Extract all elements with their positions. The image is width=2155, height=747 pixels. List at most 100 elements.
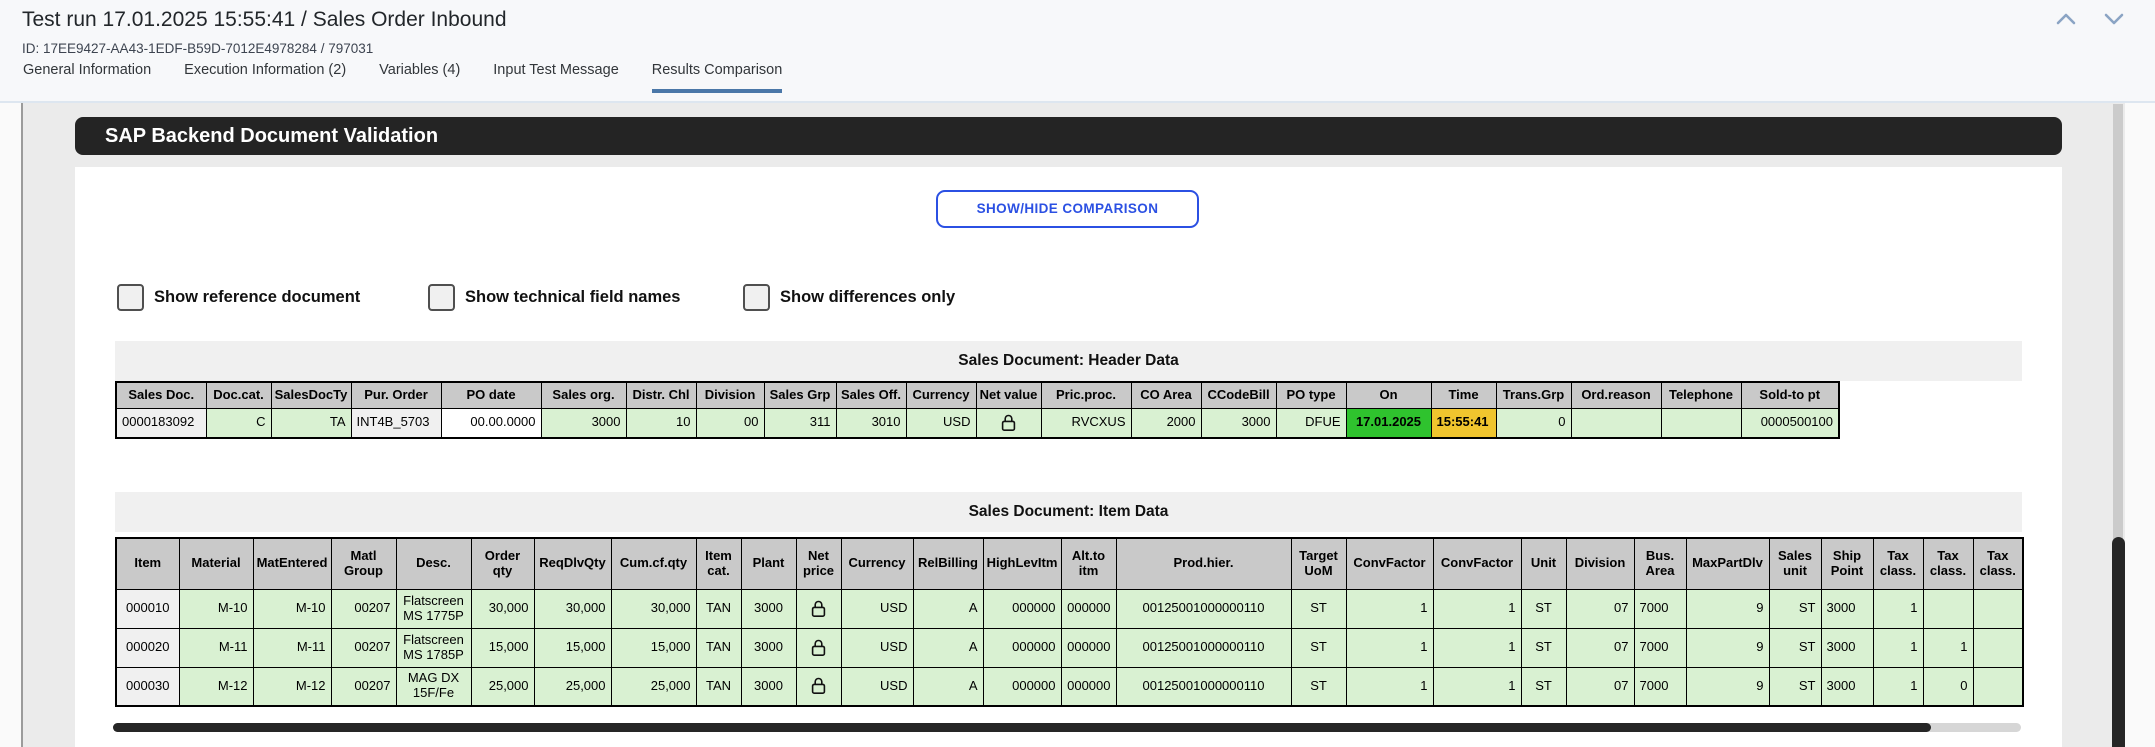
table-cell: 1 xyxy=(1433,667,1521,706)
table-cell: 9 xyxy=(1686,589,1769,628)
table-cell: ST xyxy=(1291,589,1346,628)
checkbox-show-differences-only[interactable]: Show differences only xyxy=(743,284,955,311)
column-header: Division xyxy=(1566,538,1634,589)
table-cell: 1 xyxy=(1346,667,1433,706)
column-header: Sold-to pt xyxy=(1741,382,1839,408)
table-cell: 25,000 xyxy=(534,667,611,706)
table-cell: A xyxy=(913,667,983,706)
column-header: Target UoM xyxy=(1291,538,1346,589)
column-header: Currency xyxy=(906,382,976,408)
vertical-scrollbar-thumb[interactable] xyxy=(2112,537,2125,747)
tab-results-comparison[interactable]: Results Comparison xyxy=(652,62,783,93)
column-header: Item xyxy=(116,538,179,589)
table-cell: USD xyxy=(841,667,913,706)
column-header: Division xyxy=(696,382,764,408)
column-header: MatEntered xyxy=(253,538,331,589)
checkbox-box[interactable] xyxy=(428,284,455,311)
horizontal-scrollbar-thumb[interactable] xyxy=(113,723,1931,732)
column-header: Ord.reason xyxy=(1571,382,1661,408)
table-cell: 00125001000000110 xyxy=(1116,628,1291,667)
horizontal-scrollbar[interactable] xyxy=(113,723,2021,732)
locked-value-cell xyxy=(796,589,841,628)
column-header: Prod.hier. xyxy=(1116,538,1291,589)
column-header: MaxPartDlv xyxy=(1686,538,1769,589)
table-cell: 30,000 xyxy=(611,589,696,628)
column-header: ConvFactor xyxy=(1346,538,1433,589)
lock-icon xyxy=(811,677,826,695)
table-cell: 1 xyxy=(1873,667,1923,706)
table-cell: ST xyxy=(1291,628,1346,667)
chevron-up-icon[interactable] xyxy=(2055,12,2077,26)
table-cell: 00207 xyxy=(331,628,396,667)
column-header: Sales org. xyxy=(541,382,626,408)
tab-input-test-message[interactable]: Input Test Message xyxy=(493,62,618,93)
column-header: Material xyxy=(179,538,253,589)
left-gutter xyxy=(0,103,23,747)
column-header: Plant xyxy=(741,538,796,589)
table-cell: 1 xyxy=(1433,628,1521,667)
table-cell: ST xyxy=(1521,589,1566,628)
table-cell: 0000183092 xyxy=(116,408,206,438)
table-cell: Flatscreen MS 1775P xyxy=(396,589,471,628)
right-gutter xyxy=(2125,103,2155,747)
column-header: Distr. Chl xyxy=(626,382,696,408)
checkbox-label: Show technical field names xyxy=(465,288,680,307)
table-cell: 000000 xyxy=(983,667,1061,706)
table-cell: 7000 xyxy=(1634,667,1686,706)
column-header: Doc.cat. xyxy=(206,382,271,408)
column-header: Sales Doc. xyxy=(116,382,206,408)
table-cell: M-12 xyxy=(253,667,331,706)
column-header: Unit xyxy=(1521,538,1566,589)
table-cell: M-10 xyxy=(253,589,331,628)
checkbox-label: Show reference document xyxy=(154,288,360,307)
table-cell: 10 xyxy=(626,408,696,438)
column-header: Tax class. xyxy=(1923,538,1973,589)
table-cell: 1 xyxy=(1433,589,1521,628)
table-cell xyxy=(1973,589,2023,628)
table-cell: USD xyxy=(841,628,913,667)
column-header: Sales Off. xyxy=(836,382,906,408)
table-cell: TAN xyxy=(696,628,741,667)
table-cell: Flatscreen MS 1785P xyxy=(396,628,471,667)
chevron-down-icon[interactable] xyxy=(2103,12,2125,26)
column-header: Time xyxy=(1431,382,1496,408)
column-header: CCodeBill xyxy=(1201,382,1276,408)
table-cell: ST xyxy=(1769,628,1821,667)
column-header: PO type xyxy=(1276,382,1346,408)
table-cell: 1 xyxy=(1346,628,1433,667)
table-cell: 07 xyxy=(1566,667,1634,706)
column-header: Cum.cf.qty xyxy=(611,538,696,589)
checkbox-box[interactable] xyxy=(743,284,770,311)
tab-execution-information[interactable]: Execution Information (2) xyxy=(184,62,346,93)
table-cell: C xyxy=(206,408,271,438)
validation-panel: SHOW/HIDE COMPARISON Show reference docu… xyxy=(75,167,2062,747)
table-cell: 00 xyxy=(696,408,764,438)
table-cell: MAG DX 15F/Fe xyxy=(396,667,471,706)
table-cell: 9 xyxy=(1686,667,1769,706)
column-header: Sales Grp xyxy=(764,382,836,408)
table-cell: 3000 xyxy=(741,628,796,667)
checkbox-show-technical-field-names[interactable]: Show technical field names xyxy=(428,284,680,311)
checkbox-label: Show differences only xyxy=(780,288,955,307)
table-cell: 3000 xyxy=(741,667,796,706)
table-cell: A xyxy=(913,628,983,667)
locked-value-cell xyxy=(976,408,1041,438)
table-cell: 000000 xyxy=(1061,628,1116,667)
table-cell: TAN xyxy=(696,589,741,628)
table-cell: 0 xyxy=(1923,667,1973,706)
column-header: Telephone xyxy=(1661,382,1741,408)
column-header: Alt.to itm xyxy=(1061,538,1116,589)
column-header: Net price xyxy=(796,538,841,589)
item-data-caption: Sales Document: Item Data xyxy=(115,492,2022,532)
tab-variables[interactable]: Variables (4) xyxy=(379,62,460,93)
table-row: 000010M-10M-1000207Flatscreen MS 1775P30… xyxy=(116,589,2023,628)
column-header: Sales unit xyxy=(1769,538,1821,589)
show-hide-comparison-button[interactable]: SHOW/HIDE COMPARISON xyxy=(936,190,1199,228)
table-row: 0000183092CTAINT4B_570300.00.00003000100… xyxy=(116,408,1839,438)
checkbox-box[interactable] xyxy=(117,284,144,311)
checkbox-show-reference-document[interactable]: Show reference document xyxy=(117,284,360,311)
column-header: SalesDocTy xyxy=(271,382,351,408)
tab-general-information[interactable]: General Information xyxy=(23,62,151,93)
table-cell: ST xyxy=(1769,589,1821,628)
column-header: Bus. Area xyxy=(1634,538,1686,589)
